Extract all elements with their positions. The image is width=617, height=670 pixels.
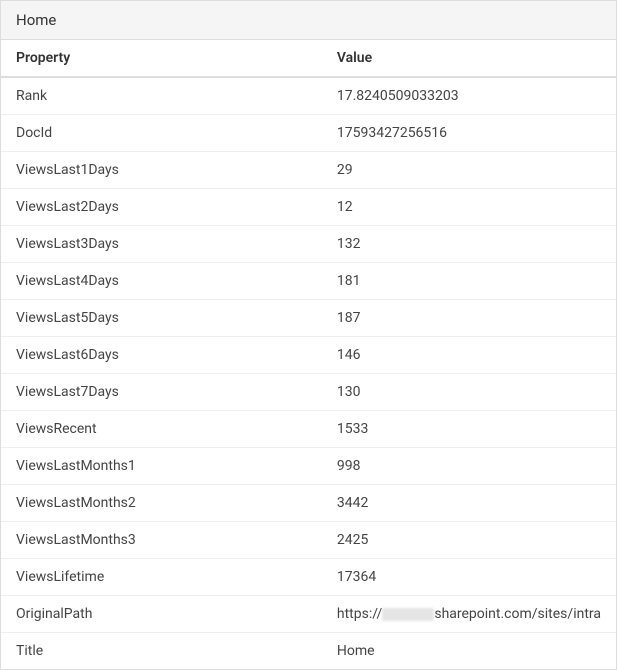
value-cell: 998 xyxy=(322,448,616,485)
column-header-value[interactable]: Value xyxy=(322,40,616,77)
value-cell: 29 xyxy=(322,152,616,189)
value-cell: 132 xyxy=(322,226,616,263)
table-row: ViewsLastMonths32425 xyxy=(1,522,616,559)
table-row: OriginalPathhttps:// sharepoint.com/site… xyxy=(1,596,616,633)
table-row: ViewsLast7Days130 xyxy=(1,374,616,411)
property-cell: OriginalPath xyxy=(1,596,322,633)
table-row: ViewsLast2Days12 xyxy=(1,189,616,226)
table-row: ViewsLast3Days132 xyxy=(1,226,616,263)
property-cell: ViewsLast7Days xyxy=(1,374,322,411)
value-cell: 12 xyxy=(322,189,616,226)
property-cell: Title xyxy=(1,633,322,670)
value-cell: 1533 xyxy=(322,411,616,448)
value-cell: 2425 xyxy=(322,522,616,559)
value-cell: 17593427256516 xyxy=(322,115,616,152)
table-row: ViewsLast6Days146 xyxy=(1,337,616,374)
property-cell: ViewsLast6Days xyxy=(1,337,322,374)
property-cell: ViewsLast2Days xyxy=(1,189,322,226)
value-cell: 146 xyxy=(322,337,616,374)
table-row: ViewsLastMonths1998 xyxy=(1,448,616,485)
value-cell: 17364 xyxy=(322,559,616,596)
value-cell: https:// sharepoint.com/sites/intra xyxy=(322,596,616,633)
value-cell: 130 xyxy=(322,374,616,411)
table-row: ViewsLastMonths23442 xyxy=(1,485,616,522)
table-row: ViewsLast1Days29 xyxy=(1,152,616,189)
table-row: TitleHome xyxy=(1,633,616,670)
table-row: Rank17.8240509033203 xyxy=(1,77,616,115)
property-cell: ViewsLast3Days xyxy=(1,226,322,263)
column-header-property[interactable]: Property xyxy=(1,40,322,77)
value-suffix: sharepoint.com/sites/intra xyxy=(434,606,601,622)
property-cell: ViewsLast5Days xyxy=(1,300,322,337)
property-cell: ViewsLifetime xyxy=(1,559,322,596)
property-cell: ViewsLast4Days xyxy=(1,263,322,300)
property-cell: ViewsLast1Days xyxy=(1,152,322,189)
value-cell: 17.8240509033203 xyxy=(322,77,616,115)
properties-table: Property Value Rank17.8240509033203DocId… xyxy=(1,40,616,669)
property-cell: ViewsRecent xyxy=(1,411,322,448)
value-cell: Home xyxy=(322,633,616,670)
property-cell: DocId xyxy=(1,115,322,152)
property-cell: Rank xyxy=(1,77,322,115)
value-prefix: https:// xyxy=(337,606,382,622)
table-row: DocId17593427256516 xyxy=(1,115,616,152)
property-cell: ViewsLastMonths2 xyxy=(1,485,322,522)
value-cell: 181 xyxy=(322,263,616,300)
table-row: ViewsRecent1533 xyxy=(1,411,616,448)
table-row: ViewsLast4Days181 xyxy=(1,263,616,300)
value-cell: 3442 xyxy=(322,485,616,522)
table-row: ViewsLast5Days187 xyxy=(1,300,616,337)
panel-title: Home xyxy=(1,1,616,40)
property-cell: ViewsLastMonths1 xyxy=(1,448,322,485)
table-row: ViewsLifetime17364 xyxy=(1,559,616,596)
redacted-segment xyxy=(382,608,434,621)
property-cell: ViewsLastMonths3 xyxy=(1,522,322,559)
properties-panel: Home Property Value Rank17.8240509033203… xyxy=(0,0,617,670)
value-cell: 187 xyxy=(322,300,616,337)
